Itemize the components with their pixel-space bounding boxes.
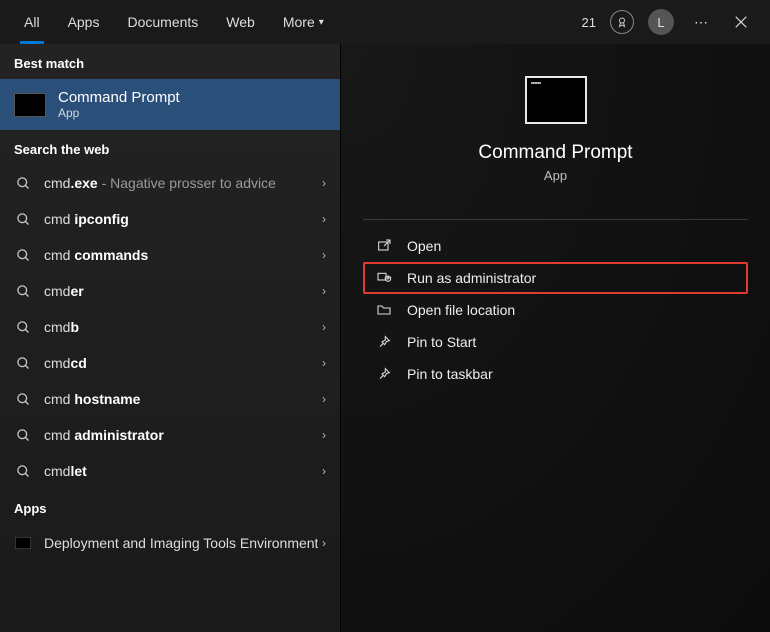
filter-tabs: All Apps Documents Web More ▾ xyxy=(10,0,338,44)
web-result-label: cmd commands xyxy=(44,247,148,263)
action-run-as-administrator[interactable]: Run as administrator xyxy=(363,262,748,294)
search-icon xyxy=(14,356,32,371)
chevron-right-icon: › xyxy=(322,284,326,298)
web-result[interactable]: cmd commands › xyxy=(0,237,340,273)
action-label: Run as administrator xyxy=(407,270,536,286)
user-avatar[interactable]: L xyxy=(648,9,674,35)
web-result-label: cmd hostname xyxy=(44,391,140,407)
command-prompt-icon xyxy=(14,93,46,117)
chevron-right-icon: › xyxy=(322,248,326,262)
web-result-label: cmdcd xyxy=(44,355,87,371)
terminal-icon xyxy=(14,537,32,549)
chevron-right-icon: › xyxy=(322,428,326,442)
best-match-result[interactable]: Command Prompt App xyxy=(0,79,340,130)
web-result-label: cmd ipconfig xyxy=(44,211,129,227)
action-label: Pin to Start xyxy=(407,334,476,350)
pin-icon xyxy=(375,366,393,382)
action-pin-to-start[interactable]: Pin to Start xyxy=(363,326,748,358)
tab-apps[interactable]: Apps xyxy=(54,0,114,44)
search-icon xyxy=(14,212,32,227)
chevron-right-icon: › xyxy=(322,212,326,226)
best-match-title: Command Prompt xyxy=(58,89,180,106)
chevron-down-icon: ▾ xyxy=(319,17,324,28)
web-result[interactable]: cmdcd › xyxy=(0,345,340,381)
web-result-label: cmd administrator xyxy=(44,427,164,443)
action-pin-to-taskbar[interactable]: Pin to taskbar xyxy=(363,358,748,390)
action-open[interactable]: Open xyxy=(363,230,748,262)
results-pane: Best match Command Prompt App Search the… xyxy=(0,44,340,632)
search-icon xyxy=(14,428,32,443)
web-result[interactable]: cmdb › xyxy=(0,309,340,345)
pin-icon xyxy=(375,334,393,350)
web-result-label: cmdlet xyxy=(44,463,87,479)
web-result-label: cmd.exe - Nagative prosser to advice xyxy=(44,175,276,191)
preview-subtitle: App xyxy=(363,168,748,183)
search-icon xyxy=(14,248,32,263)
close-button[interactable] xyxy=(728,9,754,35)
rewards-count: 21 xyxy=(582,15,596,30)
folder-icon xyxy=(375,302,393,318)
preview-pane: Command Prompt App Open Run as administr… xyxy=(340,44,770,632)
web-result[interactable]: cmd administrator › xyxy=(0,417,340,453)
more-options-icon[interactable]: ⋯ xyxy=(688,9,714,35)
search-icon xyxy=(14,464,32,479)
topbar-controls: 21 L ⋯ xyxy=(582,9,760,35)
search-icon xyxy=(14,320,32,335)
best-match-header: Best match xyxy=(0,44,340,79)
web-result[interactable]: cmd.exe - Nagative prosser to advice › xyxy=(0,165,340,201)
web-result-label: cmder xyxy=(44,283,84,299)
preview-title: Command Prompt xyxy=(363,142,748,164)
divider xyxy=(363,219,748,220)
tab-more[interactable]: More ▾ xyxy=(269,0,338,44)
action-label: Open file location xyxy=(407,302,515,318)
action-label: Pin to taskbar xyxy=(407,366,493,382)
chevron-right-icon: › xyxy=(322,536,326,550)
chevron-right-icon: › xyxy=(322,392,326,406)
top-bar: All Apps Documents Web More ▾ 21 L ⋯ xyxy=(0,0,770,44)
action-open-file-location[interactable]: Open file location xyxy=(363,294,748,326)
search-icon xyxy=(14,284,32,299)
best-match-subtitle: App xyxy=(58,106,180,120)
preview-app-icon xyxy=(525,76,587,124)
web-result[interactable]: cmdlet › xyxy=(0,453,340,489)
chevron-right-icon: › xyxy=(322,176,326,190)
tab-web[interactable]: Web xyxy=(212,0,269,44)
chevron-right-icon: › xyxy=(322,464,326,478)
tab-documents[interactable]: Documents xyxy=(113,0,212,44)
chevron-right-icon: › xyxy=(322,356,326,370)
action-label: Open xyxy=(407,238,441,254)
web-result[interactable]: cmd hostname › xyxy=(0,381,340,417)
apps-header: Apps xyxy=(0,489,340,524)
tab-all[interactable]: All xyxy=(10,0,54,44)
search-icon xyxy=(14,176,32,191)
app-result-label: Deployment and Imaging Tools Environment xyxy=(44,534,318,552)
search-icon xyxy=(14,392,32,407)
admin-icon xyxy=(375,270,393,286)
web-result-label: cmdb xyxy=(44,319,79,335)
web-result[interactable]: cmder › xyxy=(0,273,340,309)
search-web-header: Search the web xyxy=(0,130,340,165)
open-icon xyxy=(375,238,393,254)
web-result[interactable]: cmd ipconfig › xyxy=(0,201,340,237)
rewards-medal-icon[interactable] xyxy=(610,10,634,34)
chevron-right-icon: › xyxy=(322,320,326,334)
app-result[interactable]: Deployment and Imaging Tools Environment… xyxy=(0,524,340,562)
